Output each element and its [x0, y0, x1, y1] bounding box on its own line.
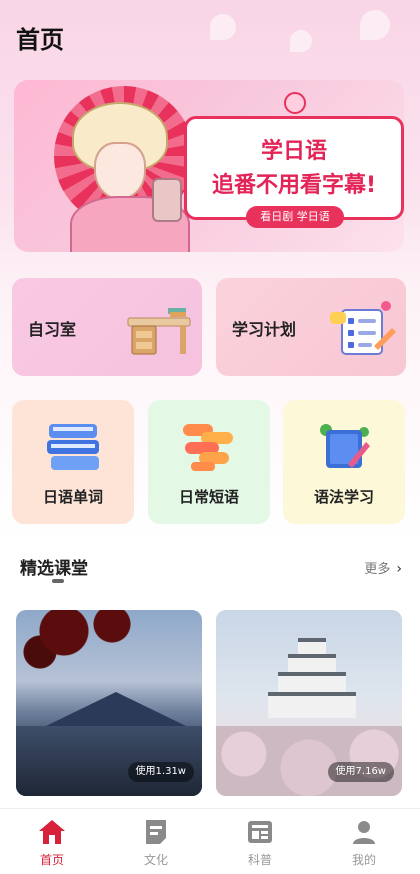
more-label: 更多	[364, 562, 391, 577]
banner-subheadline: 追番不用看字幕!	[211, 173, 377, 198]
usage-badge: 使用7.16w	[327, 762, 394, 782]
course-card[interactable]: 使用1.31w	[16, 610, 202, 796]
vocabulary-label: 日语单词	[42, 488, 103, 506]
lake-graphic	[16, 726, 202, 796]
grammar-label: 语法学习	[313, 488, 374, 506]
petal-decoration	[210, 14, 236, 40]
checklist-icon	[330, 301, 396, 355]
nav-label: 我的	[351, 853, 376, 867]
section-title: 精选课堂	[20, 559, 88, 579]
mountain-graphic	[46, 692, 186, 726]
article-icon	[248, 821, 272, 843]
banner-headline: 学日语	[260, 139, 327, 164]
desk-icon	[127, 308, 191, 355]
more-link[interactable]: 更多 ›	[364, 558, 402, 577]
nav-item-home[interactable]: 首页	[22, 817, 82, 868]
study-room-label: 自习室	[28, 320, 77, 339]
petal-decoration	[360, 10, 390, 40]
phrases-label: 日常短语	[178, 488, 239, 506]
document-icon	[146, 820, 166, 844]
phrases-card[interactable]: 日常短语	[148, 400, 270, 524]
nav-label: 科普	[247, 853, 272, 867]
banner-tag: 看日剧 学日语	[246, 206, 344, 228]
nav-item-science[interactable]: 科普	[230, 817, 290, 868]
banner-board: 学日语 追番不用看字幕!	[184, 116, 404, 220]
study-room-card[interactable]: 自习室	[12, 278, 202, 376]
home-icon	[39, 820, 65, 844]
study-plan-label: 学习计划	[232, 320, 297, 339]
chevron-right-icon: ›	[396, 561, 402, 577]
maple-tree-graphic	[16, 610, 136, 680]
books-icon	[47, 424, 99, 470]
chat-bubbles-icon	[183, 424, 233, 471]
notebook-pen-icon	[320, 424, 370, 468]
grammar-card[interactable]: 语法学习	[283, 400, 405, 524]
nav-label: 文化	[143, 853, 168, 867]
drink-cup-graphic	[152, 178, 182, 222]
page-title: 首页	[16, 26, 64, 54]
nav-item-culture[interactable]: 文化	[126, 817, 186, 868]
section-underline	[52, 579, 64, 583]
bottom-nav: 首页 文化 科普 我的	[0, 808, 420, 874]
nav-item-profile[interactable]: 我的	[334, 817, 394, 868]
vocabulary-card[interactable]: 日语单词	[12, 400, 134, 524]
anime-girl-face-graphic	[94, 142, 146, 200]
petal-decoration	[290, 30, 312, 52]
sakura-flower-icon	[284, 92, 306, 114]
nav-label: 首页	[39, 853, 64, 867]
promo-banner[interactable]: 学日语 追番不用看字幕! 看日剧 学日语	[14, 80, 404, 252]
course-card[interactable]: 使用7.16w	[216, 610, 402, 796]
usage-badge: 使用1.31w	[127, 762, 194, 782]
study-plan-card[interactable]: 学习计划	[216, 278, 406, 376]
user-icon	[353, 821, 375, 844]
cherry-blossom-graphic	[216, 726, 402, 796]
